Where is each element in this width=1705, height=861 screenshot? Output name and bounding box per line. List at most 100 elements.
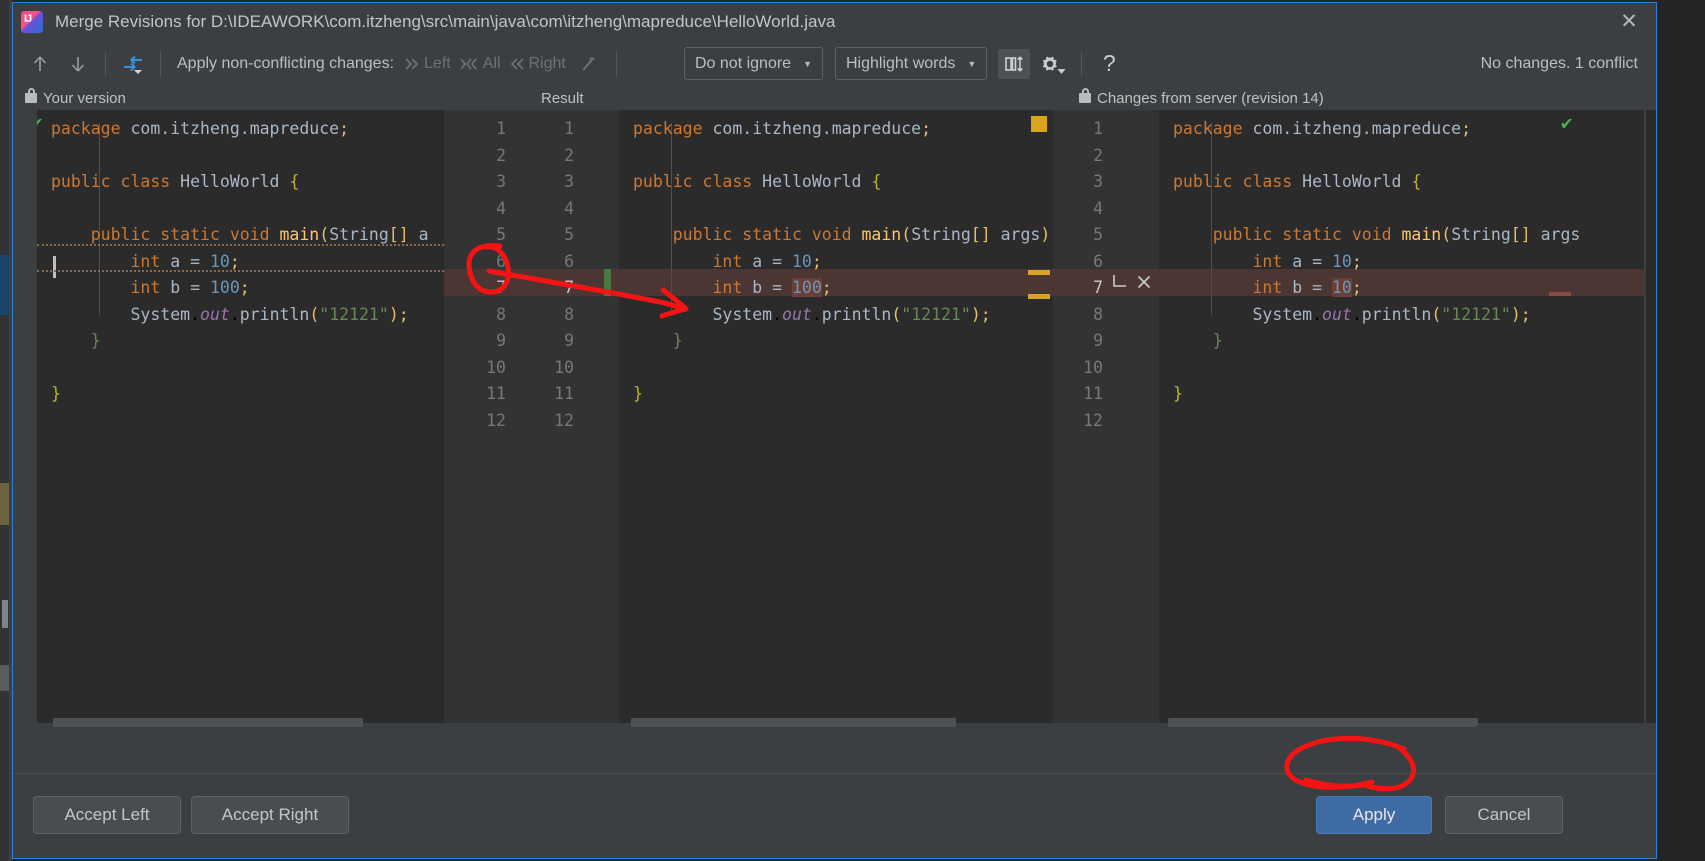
close-icon[interactable]: ✕ <box>1616 11 1642 33</box>
help-icon[interactable]: ? <box>1094 49 1124 79</box>
line-number: 5 <box>1093 225 1103 244</box>
code-line: public class HelloWorld { <box>1173 172 1422 191</box>
apply-all-button[interactable]: All <box>459 55 501 73</box>
toolbar-separator-2 <box>160 51 161 76</box>
apply-right-label: Right <box>528 54 566 72</box>
ide-left-edge <box>0 0 9 861</box>
line-number: 5 <box>564 225 574 244</box>
dialog-titlebar: Merge Revisions for D:\IDEAWORK\com.itzh… <box>13 3 1656 41</box>
apply-nonconflicting-label: Apply non-conflicting changes: <box>177 54 395 72</box>
line-number: 10 <box>554 357 574 377</box>
code-line: int b = 10; <box>1252 278 1362 297</box>
gear-icon[interactable] <box>1039 49 1069 79</box>
code-line: public static void main(String[] args <box>1212 225 1581 244</box>
code-line: int b = 100; <box>130 278 250 297</box>
line-number: 10 <box>1083 357 1103 377</box>
code-line: int a = 10; <box>1252 251 1362 271</box>
center-pane-title: Result <box>541 89 584 107</box>
line-number: 11 <box>554 384 574 403</box>
highlight-policy-select[interactable]: Highlight words ▼ <box>834 47 988 80</box>
left-editor[interactable]: package com.itzheng.mapreduce; public cla… <box>37 110 444 723</box>
line-number: 3 <box>564 172 574 191</box>
chevrons-both-icon <box>460 57 477 70</box>
ignore-policy-select[interactable]: Do not ignore ▼ <box>684 47 823 80</box>
conflict-boundary-bottom <box>37 270 444 273</box>
code-line: } <box>1212 331 1223 350</box>
cancel-button[interactable]: Cancel <box>1445 796 1563 834</box>
left-pane-title: Your version <box>43 89 126 107</box>
arrow-down-icon[interactable] <box>63 49 93 79</box>
apply-right-button[interactable]: Right <box>509 55 566 73</box>
ignore-change-icon[interactable] <box>1135 273 1153 295</box>
accept-change-icon[interactable] <box>1111 273 1129 295</box>
center-hscrollbar[interactable] <box>631 718 956 727</box>
right-change-stripe <box>1549 292 1571 296</box>
code-line: public static void main(String[] args) <box>672 225 1051 244</box>
collapse-unchanged-fragments-icon[interactable] <box>998 48 1031 79</box>
intellij-idea-icon <box>21 11 43 33</box>
apply-button[interactable]: Apply <box>1316 796 1432 834</box>
line-number: 4 <box>564 198 574 218</box>
center-pane-header: Result <box>541 86 584 110</box>
lock-icon-2 <box>1079 88 1091 103</box>
dialog-title: Merge Revisions for D:\IDEAWORK\com.itzh… <box>55 12 836 31</box>
center-conflict-marker-square <box>1031 116 1047 132</box>
line-number: 7 <box>564 278 574 297</box>
apply-left-label: Left <box>424 54 451 72</box>
ide-scrollbar-thumb[interactable] <box>2 600 8 628</box>
line-number: 12 <box>554 410 574 430</box>
ide-marker-blue <box>0 255 9 315</box>
chevron-down-icon: ▼ <box>803 58 812 69</box>
line-number: 1 <box>564 119 574 138</box>
lock-icon <box>25 88 37 103</box>
code-line: int a = 10; <box>712 251 822 271</box>
left-check-icon: ✔ <box>37 114 42 133</box>
chevron-down-icon-2: ▼ <box>967 58 977 69</box>
code-line: package com.itzheng.mapreduce; <box>1173 119 1472 138</box>
code-line: } <box>51 384 61 403</box>
apply-all-non-conflicting-icon[interactable] <box>118 49 148 79</box>
line-number: 3 <box>1093 172 1103 191</box>
code-line: package com.itzheng.mapreduce; <box>51 119 350 138</box>
toolbar-separator-3 <box>615 51 617 76</box>
center-change-stripe <box>604 269 611 296</box>
magic-wand-icon[interactable] <box>574 49 604 79</box>
right-hscrollbar[interactable] <box>1168 718 1478 727</box>
right-pane-title: Changes from server (revision 14) <box>1097 89 1324 107</box>
code-line: public class HelloWorld { <box>51 172 300 191</box>
code-line: System.out.println("12121"); <box>712 304 991 324</box>
dialog-footer: Accept Left Accept Right Apply Cancel <box>13 773 1656 858</box>
ide-marker-grey <box>0 665 9 691</box>
line-number: 9 <box>564 331 574 350</box>
line-number: 6 <box>1093 251 1103 271</box>
left-hscrollbar[interactable] <box>53 718 363 727</box>
chevron-left-double-icon <box>510 57 524 70</box>
code-line: int b = 100; <box>712 278 832 297</box>
center-gutter: 1 2 3 4 5 6 7 8 9 10 11 12 1 2 3 4 5 6 7 8 9 10 11 12 <box>444 110 619 723</box>
screen-root: Merge Revisions for D:\IDEAWORK\com.itzh… <box>0 0 1705 861</box>
line-number: 2 <box>564 145 574 165</box>
accept-left-button[interactable]: Accept Left <box>33 796 181 834</box>
apply-left-button[interactable]: Left <box>404 55 451 73</box>
left-caret <box>53 256 56 278</box>
line-number: 8 <box>1093 304 1103 324</box>
line-number: 12 <box>1083 410 1103 430</box>
merge-dialog: Merge Revisions for D:\IDEAWORK\com.itzh… <box>12 2 1657 859</box>
right-editor[interactable]: package com.itzheng.mapreduce; public cla… <box>1159 110 1644 723</box>
code-line: } <box>90 331 101 350</box>
line-number: 9 <box>1093 331 1103 350</box>
center-editor[interactable]: package com.itzheng.mapreduce; public cla… <box>619 110 1053 723</box>
right-vscrollbar[interactable] <box>1646 110 1656 723</box>
code-line: } <box>1173 384 1183 403</box>
right-pane-header: Changes from server (revision 14) <box>1079 86 1324 110</box>
code-line: public class HelloWorld { <box>633 172 882 191</box>
arrow-up-icon[interactable] <box>25 49 55 79</box>
chevron-right-double-icon <box>405 57 419 70</box>
accept-right-button[interactable]: Accept Right <box>191 796 349 834</box>
code-line: } <box>672 331 683 350</box>
line-number: 6 <box>564 251 574 271</box>
line-number: 4 <box>1093 198 1103 218</box>
code-line: System.out.println("12121"); <box>130 304 409 324</box>
highlight-policy-value: Highlight words <box>845 54 956 72</box>
conflict-boundary-top <box>37 243 444 247</box>
